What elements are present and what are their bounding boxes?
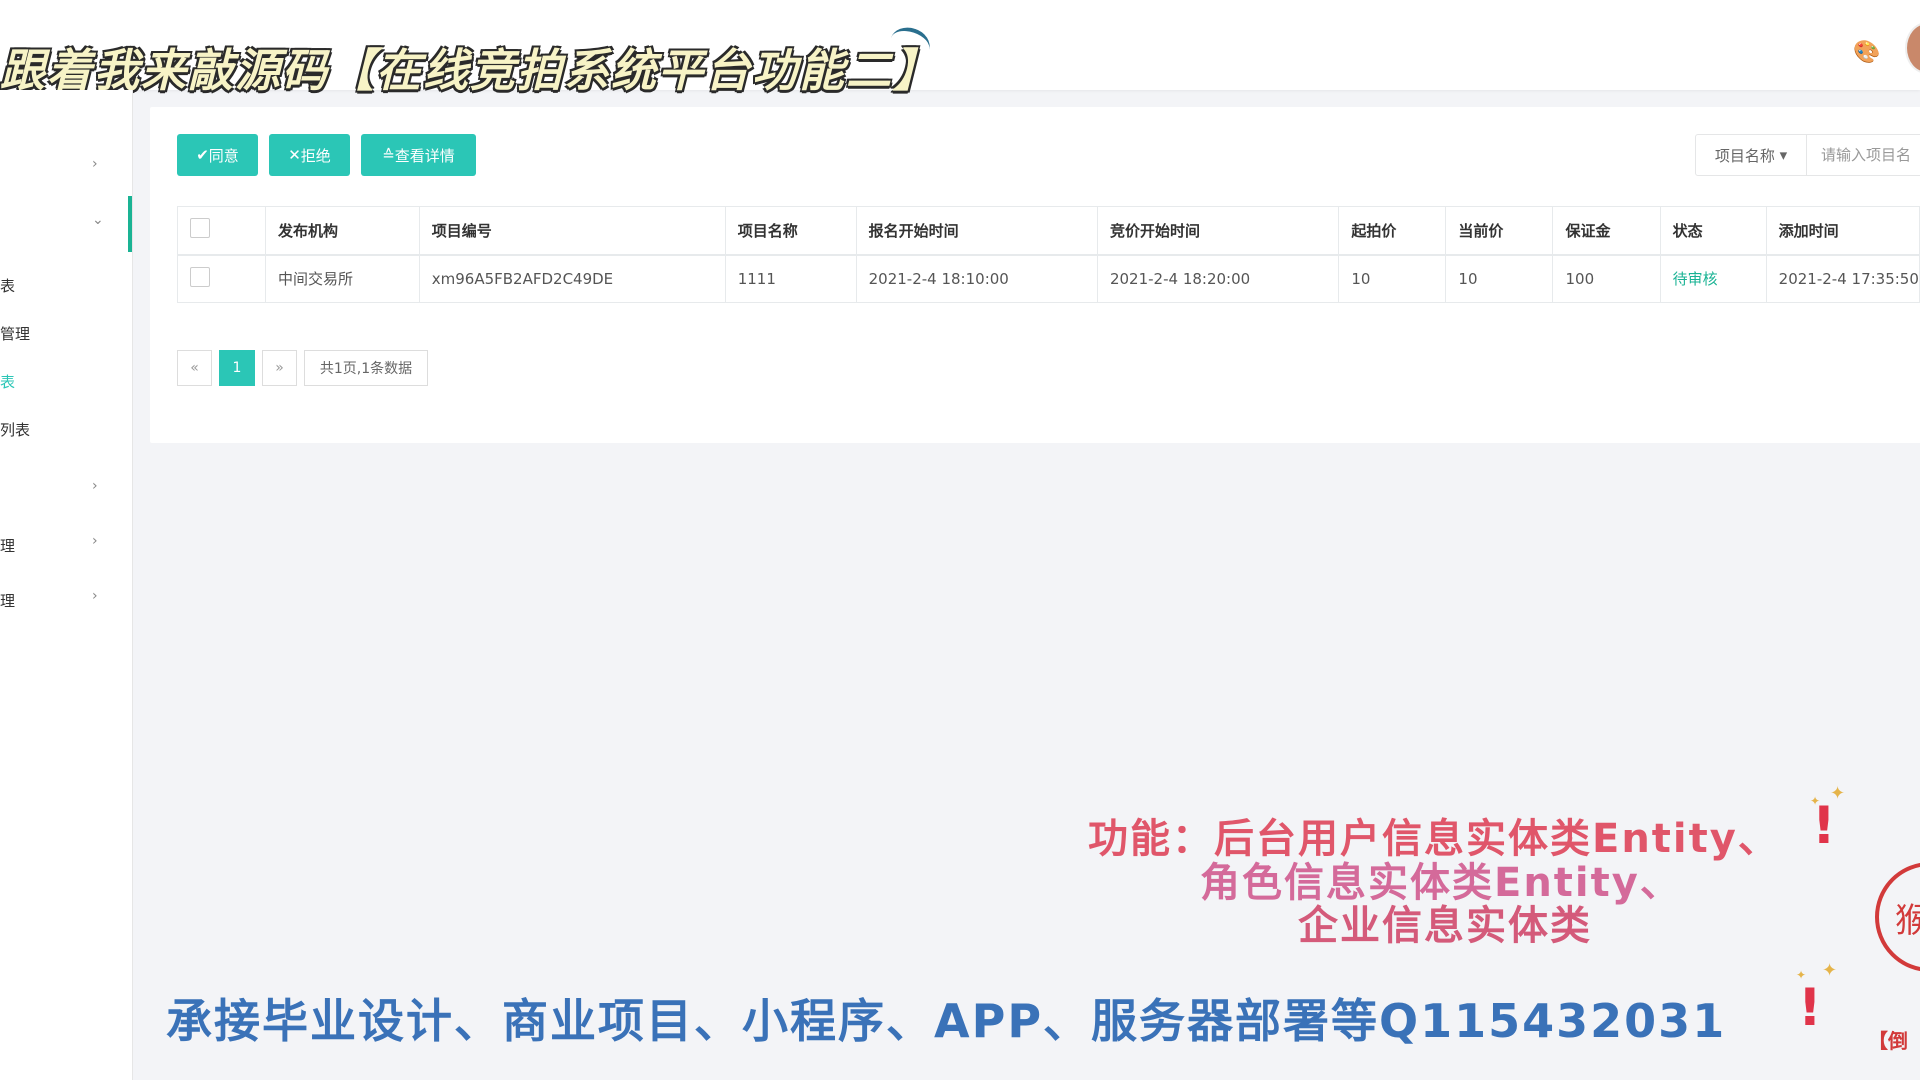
check-circle-icon: ✔ — [196, 146, 209, 164]
column-header[interactable]: 项目名称 — [724, 206, 857, 256]
close-icon: ✕ — [288, 146, 301, 164]
pagination-page-1[interactable]: 1 — [219, 350, 255, 386]
cell-bid-start: 2021-2-4 18:20:00 — [1096, 254, 1340, 303]
sparkle-icon: ✦ — [1810, 794, 1821, 808]
row-select-cell[interactable] — [177, 254, 266, 303]
project-table: 发布机构 项目编号 项目名称 报名开始时间 竞价开始时间 起拍价 当前价 保证金… — [177, 206, 1920, 303]
overlay-ad-line: 承接毕业设计、商业项目、小程序、APP、服务器部署等Q115432031 — [166, 994, 1727, 1048]
chevron-right-icon[interactable]: › — [92, 156, 98, 172]
chevron-right-icon[interactable]: › — [92, 533, 98, 549]
column-header[interactable]: 报名开始时间 — [855, 206, 1098, 256]
seal-stamp: 猴 — [1875, 862, 1920, 972]
row-checkbox[interactable] — [190, 266, 210, 287]
column-header[interactable]: 起拍价 — [1338, 206, 1447, 256]
details-icon: ≙ — [382, 146, 395, 164]
sparkle-icon: ✦ — [1796, 968, 1807, 982]
sidebar-item-list-2[interactable]: 列表 — [0, 419, 30, 440]
chevron-right-icon[interactable]: › — [92, 478, 98, 494]
view-details-button[interactable]: ≙ 查看详情 — [361, 134, 476, 176]
search-field-label: 项目名称 — [1714, 146, 1775, 165]
chevron-down-icon[interactable]: ⌄ — [92, 212, 104, 228]
sidebar-item-list[interactable]: 表 — [0, 275, 15, 296]
sparkle-icon: ✦ — [1822, 960, 1838, 981]
select-all-checkbox[interactable] — [190, 218, 210, 239]
column-header[interactable]: 项目编号 — [418, 206, 726, 256]
video-title-banner: 跟着我来敲源码【在线竞拍系统平台功能二】 — [0, 44, 941, 97]
approve-button[interactable]: ✔ 同意 — [177, 134, 258, 176]
reject-button[interactable]: ✕ 拒绝 — [269, 134, 350, 176]
view-details-button-label: 查看详情 — [394, 146, 455, 165]
column-header[interactable]: 保证金 — [1552, 206, 1661, 256]
exclamation-decoration: ! — [1798, 978, 1822, 1038]
chevron-right-icon[interactable]: › — [92, 588, 98, 604]
cell-current-price: 10 — [1445, 254, 1554, 303]
approve-button-label: 同意 — [208, 146, 239, 165]
sidebar-item-current[interactable]: 表 — [0, 371, 15, 392]
search-input[interactable] — [1806, 134, 1920, 176]
column-header[interactable]: 当前价 — [1445, 206, 1554, 256]
cell-name: 1111 — [724, 254, 857, 303]
cell-start-price: 10 — [1338, 254, 1447, 303]
stamp-caption: 【倒 — [1868, 1029, 1908, 1053]
sidebar-item-manage-2[interactable]: 理 — [0, 535, 15, 556]
overlay-feature-line-3: 企业信息实体类 — [1298, 903, 1592, 949]
caret-down-icon: ▾ — [1774, 146, 1788, 164]
pagination-summary: 共1页,1条数据 — [304, 350, 428, 386]
column-header[interactable]: 发布机构 — [264, 206, 420, 256]
column-header[interactable]: 状态 — [1659, 206, 1767, 256]
sparkle-icon: ✦ — [1830, 783, 1846, 804]
cell-deposit: 100 — [1552, 254, 1661, 303]
search-field-select[interactable]: 项目名称 ▾ — [1695, 134, 1807, 176]
column-header[interactable]: 添加时间 — [1765, 206, 1920, 256]
sidebar-item-manage-3[interactable]: 理 — [0, 590, 15, 611]
cell-org: 中间交易所 — [264, 254, 420, 303]
table-header-row: 发布机构 项目编号 项目名称 报名开始时间 竞价开始时间 起拍价 当前价 保证金… — [177, 206, 1920, 256]
status-badge: 待审核 — [1659, 254, 1767, 303]
cell-code: xm96A5FB2AFD2C49DE — [418, 254, 726, 303]
sidebar-item-manage[interactable]: 管理 — [0, 323, 30, 344]
table-row[interactable]: 中间交易所 xm96A5FB2AFD2C49DE 1111 2021-2-4 1… — [177, 254, 1920, 303]
sidebar — [0, 90, 133, 1080]
cell-added: 2021-2-4 17:35:50 — [1765, 254, 1920, 303]
cell-signup-start: 2021-2-4 18:10:00 — [855, 254, 1098, 303]
column-header[interactable]: 竞价开始时间 — [1096, 206, 1340, 256]
pagination-prev[interactable]: « — [177, 350, 212, 386]
stamp-text: 猴 — [1895, 900, 1920, 941]
select-all-cell[interactable] — [177, 206, 266, 256]
reject-button-label: 拒绝 — [300, 146, 331, 165]
palette-icon[interactable]: 🎨 — [1853, 40, 1880, 65]
pagination-next[interactable]: » — [262, 350, 297, 386]
sidebar-active-indicator — [128, 196, 132, 252]
